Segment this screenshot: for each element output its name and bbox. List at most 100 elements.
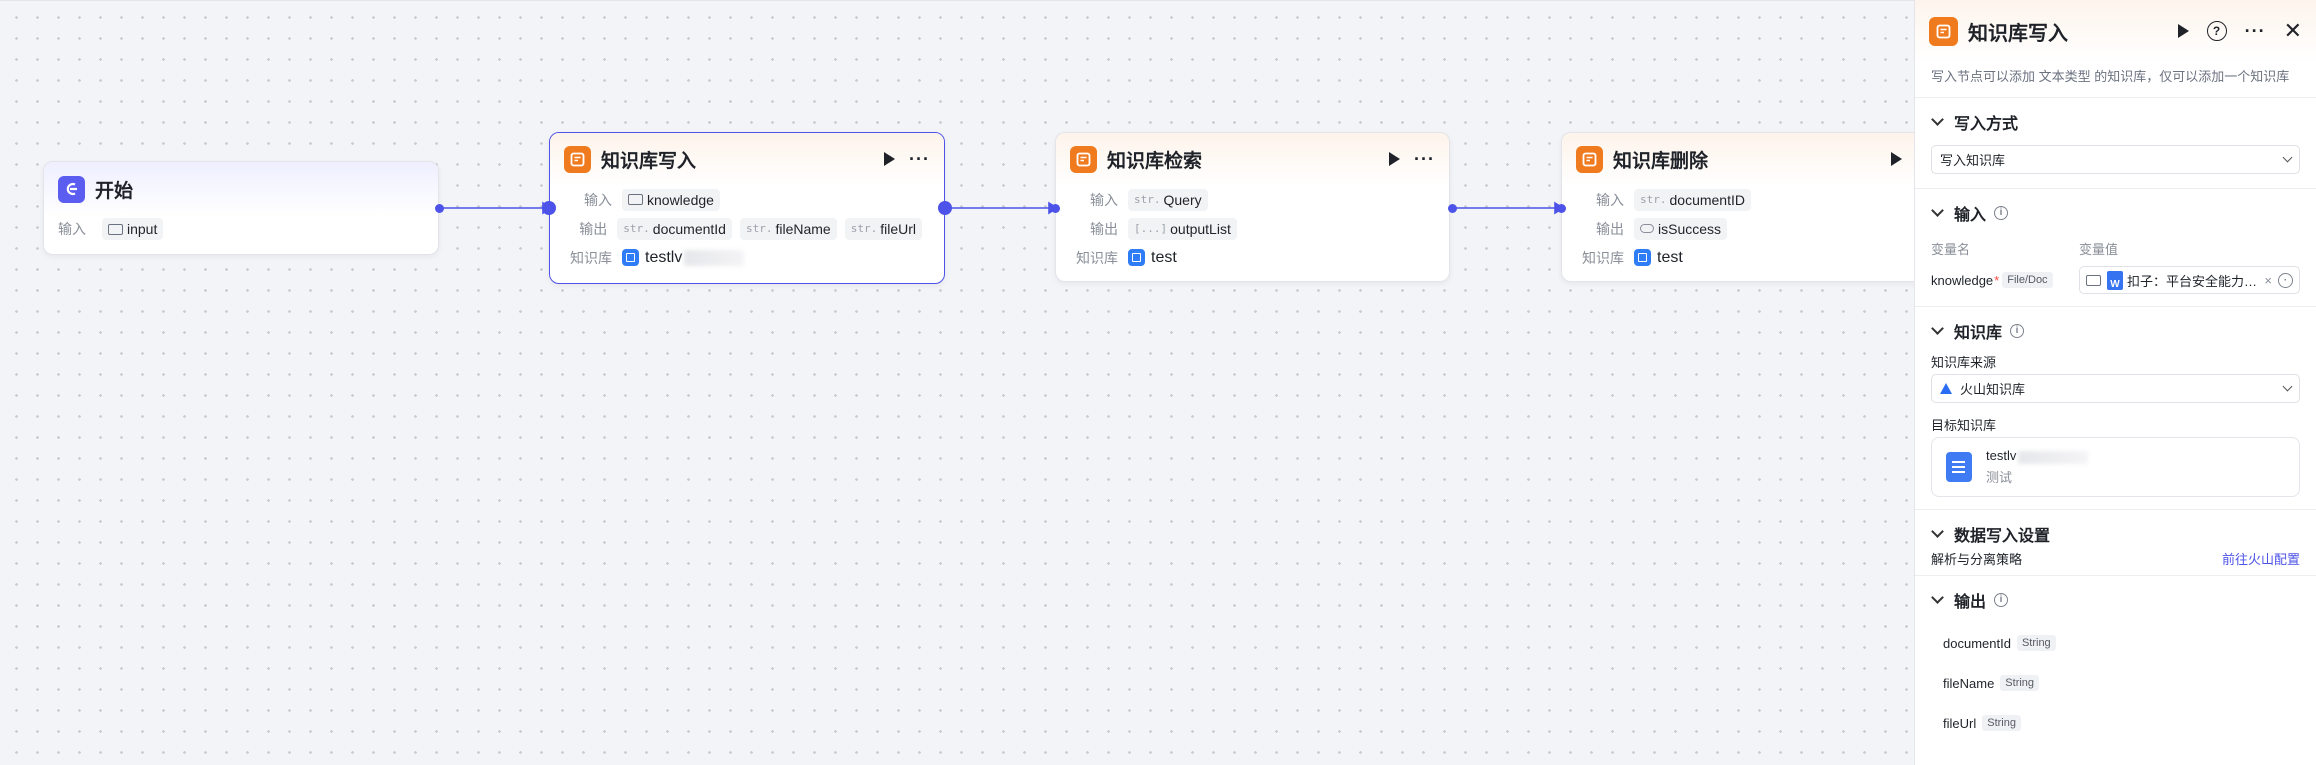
kb-search-input-port[interactable]: [1051, 204, 1060, 213]
chevron-down-icon: [1931, 525, 1944, 538]
col-var-value: 变量值: [2079, 241, 2119, 257]
run-node-icon[interactable]: [2177, 24, 2189, 38]
kb-write-node[interactable]: 知识库写入 ··· 输入 knowledge 输出 str. documentId…: [549, 132, 945, 284]
kb-write-icon: [564, 145, 591, 173]
write-mode-header[interactable]: 写入方式: [1931, 98, 2300, 145]
output-item: fileName String: [1931, 663, 2300, 703]
node-config-panel: 知识库写入 ? ··· ✕ 写入节点可以添加 文本类型 的知识库，仅可以添加一个…: [1914, 0, 2316, 765]
start-node-icon: [58, 175, 85, 203]
run-node-icon[interactable]: [1891, 152, 1902, 166]
write-mode-section: 写入方式 写入知识库: [1915, 97, 2316, 174]
target-kb-card[interactable]: testlv 测试: [1931, 437, 2300, 497]
search-input-label: 输入: [1090, 191, 1118, 208]
folder-icon: [108, 223, 123, 235]
input-section: 输入 i 变量名 变量值 knowledge * File/Doc W 扣子：平台安…: [1915, 188, 2316, 300]
folder-icon: [2086, 274, 2101, 286]
close-icon[interactable]: ✕: [2284, 20, 2302, 42]
info-icon[interactable]: i: [1994, 205, 2009, 220]
info-icon[interactable]: i: [2010, 323, 2025, 338]
chevron-down-icon: [2282, 381, 2293, 392]
output-header[interactable]: 输出 i: [1931, 576, 2300, 623]
clear-icon[interactable]: ×: [2264, 273, 2272, 288]
redacted-blur: [2018, 450, 2089, 464]
volcano-logo-icon: [1940, 383, 1952, 394]
output-section: 输出 i documentId String fileName String fil…: [1915, 575, 2316, 743]
target-icon[interactable]: ·: [2278, 272, 2293, 288]
kb-write-title: 知识库写入: [601, 150, 697, 172]
kb-delete-node[interactable]: 知识库删除 输入 str. documentID 输出 isSuccess 知识库…: [1561, 132, 1941, 282]
write-input-label: 输入: [584, 191, 612, 208]
kb-write-input-port[interactable]: [542, 201, 556, 215]
kb-delete-input-port[interactable]: [1557, 204, 1566, 213]
start-input-chip: input: [102, 218, 164, 240]
write-kb-value: testlv: [645, 248, 683, 266]
panel-title: 知识库写入: [1968, 22, 2068, 45]
col-var-name: 变量名: [1931, 241, 1971, 257]
output-item: fileUrl String: [1931, 703, 2300, 743]
run-node-icon[interactable]: [884, 152, 896, 166]
delete-kb-label: 知识库: [1582, 249, 1624, 266]
target-kb-desc: 测试: [1986, 469, 2013, 485]
write-kb-label: 知识库: [570, 249, 612, 266]
chevron-down-icon: [1931, 113, 1944, 126]
kb-delete-title: 知识库删除: [1613, 150, 1709, 172]
kb-source-label: 知识库来源: [1931, 354, 1997, 370]
start-node[interactable]: 开始 输入 input: [43, 161, 439, 255]
run-node-icon[interactable]: [1389, 152, 1401, 166]
more-options-icon[interactable]: ···: [1414, 150, 1435, 168]
write-output-chip: str. documentId: [617, 217, 732, 240]
toggle-icon: [1640, 224, 1654, 233]
more-options-icon[interactable]: ···: [2245, 22, 2266, 40]
chevron-down-icon: [1931, 322, 1944, 335]
start-output-port[interactable]: [435, 204, 444, 213]
kb-delete-icon: [1576, 145, 1603, 173]
input-header[interactable]: 输入 i: [1931, 189, 2300, 236]
workflow-canvas[interactable]: 开始 输入 input 知识库写入 ··· 输入 knowledge 输出 st…: [0, 0, 1941, 765]
input-var-value-field[interactable]: W 扣子：平台安全能力全面解析 × ·: [2079, 266, 2300, 294]
panel-node-icon: [1929, 16, 1958, 46]
write-input-chip: knowledge: [622, 188, 720, 211]
kb-search-icon: [1070, 145, 1097, 173]
kb-target-label: 目标知识库: [1931, 417, 1997, 433]
strategy-label: 解析与分离策略: [1931, 551, 2023, 567]
start-node-title: 开始: [95, 180, 134, 202]
folder-icon: [628, 194, 643, 205]
help-icon[interactable]: ?: [2206, 21, 2227, 41]
kb-search-node[interactable]: 知识库检索 ··· 输入 str. Query 输出 [...] outputLis…: [1055, 132, 1450, 282]
chevron-down-icon: [1931, 591, 1944, 604]
write-mode-select[interactable]: 写入知识库: [1931, 145, 2300, 174]
kb-source-select[interactable]: 火山知识库: [1931, 374, 2300, 403]
info-icon[interactable]: i: [1994, 592, 2009, 607]
write-output-chip: str. fileUrl: [844, 217, 922, 240]
knowledge-base-icon: [622, 249, 639, 266]
search-input-chip: str. Query: [1128, 188, 1208, 211]
kb-search-output-port[interactable]: [1448, 204, 1457, 213]
search-kb-value: test: [1151, 248, 1177, 266]
delete-input-chip: str. documentID: [1634, 188, 1751, 211]
chevron-down-icon: [2282, 152, 2293, 163]
document-icon: [1946, 452, 1972, 482]
knowledge-base-icon: [1634, 249, 1651, 266]
kb-write-output-port[interactable]: [938, 201, 952, 215]
delete-output-chip: isSuccess: [1634, 217, 1728, 240]
kb-header[interactable]: 知识库 i: [1931, 307, 2300, 354]
write-output-label: 输出: [579, 220, 608, 237]
volcano-config-link[interactable]: 前往火山配置: [2222, 549, 2300, 568]
delete-kb-value: test: [1657, 248, 1683, 266]
input-var-name: knowledge * File/Doc: [1931, 272, 2079, 288]
search-output-label: 输出: [1090, 220, 1118, 237]
kb-search-title: 知识库检索: [1107, 150, 1203, 172]
search-kb-label: 知识库: [1076, 249, 1118, 266]
panel-description: 写入节点可以添加 文本类型 的知识库，仅可以添加一个知识库: [1931, 69, 2290, 84]
word-doc-icon: W: [2107, 270, 2123, 290]
output-item: documentId String: [1931, 623, 2300, 663]
delete-output-label: 输出: [1596, 220, 1624, 237]
knowledge-base-icon: [1128, 249, 1145, 266]
start-input-label: 输入: [58, 221, 86, 237]
chevron-down-icon: [1931, 204, 1944, 217]
redacted-blur: [684, 249, 745, 266]
kb-section: 知识库 i 知识库来源 火山知识库 目标知识库 testlv 测试: [1915, 306, 2316, 497]
more-options-icon[interactable]: ···: [909, 150, 930, 168]
data-write-section: 数据写入设置 解析与分离策略 前往火山配置: [1915, 509, 2316, 575]
edges-layer: [440, 201, 1565, 215]
